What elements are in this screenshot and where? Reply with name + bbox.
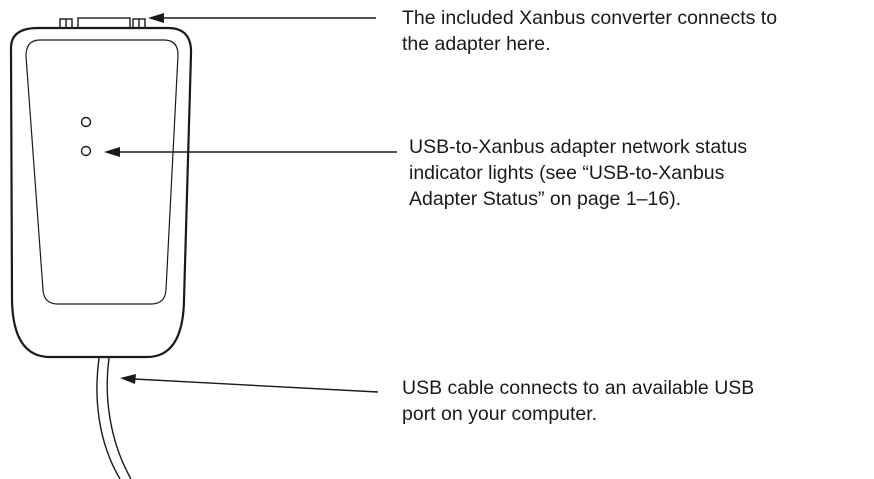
callout-line: the adapter here.: [402, 33, 551, 55]
callout-usb-cable: USB cable connects to an available USB p…: [402, 375, 754, 427]
status-indicator-light-top: [80, 116, 92, 128]
callout-line: Adapter Status” on page 1–16).: [409, 188, 682, 210]
callout-line: USB-to-Xanbus adapter network status: [409, 136, 748, 158]
callout-line: indicator lights (see “USB-to-Xanbus: [409, 162, 725, 184]
adapter-body: [9, 26, 193, 359]
leader-line-usb-cable: [120, 374, 379, 393]
usb-cable: [96, 357, 132, 479]
callout-line: USB cable connects to an available USB: [402, 377, 755, 399]
status-indicator-light-bottom: [80, 145, 92, 157]
arrowhead-icon: [148, 13, 164, 23]
callout-converter-port: The included Xanbus converter connects t…: [402, 5, 777, 57]
callout-status-lights: USB-to-Xanbus adapter network status ind…: [409, 134, 747, 212]
callout-line: port on your computer.: [402, 403, 598, 425]
usb-cable-strand-left: [96, 357, 121, 479]
callout-line: The included Xanbus converter connects t…: [402, 7, 778, 29]
arrowhead-icon: [120, 374, 136, 384]
leader-line-converter: [148, 13, 376, 23]
